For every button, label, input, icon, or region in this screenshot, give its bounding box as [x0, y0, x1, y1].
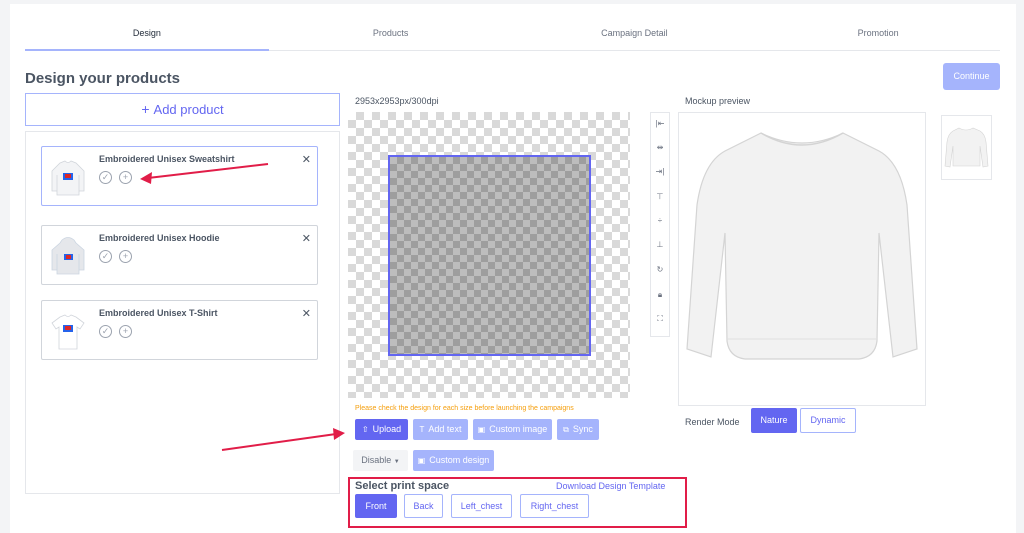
sweatshirt-thumbnail: [51, 160, 85, 196]
print-space-front[interactable]: Front: [355, 494, 397, 518]
upload-icon: ⇧: [361, 425, 369, 434]
page-title: Design your products: [25, 70, 181, 87]
caret-down-icon: ▼: [393, 459, 400, 465]
disable-dropdown[interactable]: Disable ▼: [353, 450, 408, 471]
sweatshirt-mockup-image: [686, 132, 918, 360]
print-space-right-chest[interactable]: Right_chest: [520, 494, 589, 518]
check-circle-icon[interactable]: ✓: [99, 250, 112, 263]
align-bottom-icon[interactable]: ⊥: [651, 240, 669, 249]
continue-button[interactable]: Continue: [943, 63, 1000, 90]
add-circle-icon[interactable]: +: [119, 325, 132, 338]
image-icon: ▣: [417, 456, 426, 465]
tab-campaign-detail[interactable]: Campaign Detail: [513, 14, 757, 50]
add-product-label: Add product: [153, 102, 224, 117]
align-top-icon[interactable]: ⊤: [651, 192, 669, 201]
print-space-title: Select print space: [355, 480, 450, 492]
align-toolbar: |⇤ ⇹ ⇥| ⊤ ÷ ⊥ ↻ 🔒︎ ⛶: [650, 112, 670, 337]
render-mode-dynamic[interactable]: Dynamic: [800, 408, 856, 433]
size-warning: Please check the design for each size be…: [355, 405, 574, 412]
tab-products[interactable]: Products: [269, 14, 513, 50]
render-mode-nature[interactable]: Nature: [751, 408, 797, 433]
add-circle-icon[interactable]: +: [119, 250, 132, 263]
product-list: Embroidered Unisex Sweatshirt ✕ ✓ + Embr…: [25, 131, 340, 494]
align-right-icon[interactable]: ⇥|: [651, 167, 669, 176]
hoodie-thumbnail: [51, 237, 85, 275]
align-middle-v-icon[interactable]: ÷: [651, 216, 669, 225]
close-icon[interactable]: ✕: [302, 153, 311, 166]
close-icon[interactable]: ✕: [302, 232, 311, 245]
add-text-button[interactable]: T Add text: [413, 419, 468, 440]
tshirt-thumbnail: [51, 314, 85, 350]
product-name: Embroidered Unisex Hoodie: [99, 233, 220, 243]
print-area[interactable]: [388, 155, 591, 356]
check-circle-icon[interactable]: ✓: [99, 325, 112, 338]
custom-image-button[interactable]: ▣ Custom image: [473, 419, 552, 440]
rotate-icon[interactable]: ↻: [651, 265, 669, 274]
copy-icon: ⧉: [563, 425, 569, 434]
design-canvas[interactable]: [348, 112, 630, 398]
tab-design[interactable]: Design: [25, 14, 269, 51]
product-card[interactable]: Embroidered Unisex T-Shirt ✕ ✓ +: [41, 300, 318, 360]
image-icon: ▣: [477, 425, 486, 434]
product-card[interactable]: Embroidered Unisex Hoodie ✕ ✓ +: [41, 225, 318, 285]
mockup-preview: [678, 112, 926, 406]
add-circle-icon[interactable]: +: [119, 171, 132, 184]
print-space-back[interactable]: Back: [404, 494, 443, 518]
page: Design Products Campaign Detail Promotio…: [10, 4, 1016, 533]
lock-icon[interactable]: 🔒︎: [651, 290, 669, 300]
align-center-h-icon[interactable]: ⇹: [651, 143, 669, 152]
sync-button[interactable]: ⧉ Sync: [557, 419, 599, 440]
sweatshirt-thumbnail-icon: [944, 127, 989, 168]
mockup-label: Mockup preview: [685, 96, 751, 106]
check-circle-icon[interactable]: ✓: [99, 171, 112, 184]
print-space-left-chest[interactable]: Left_chest: [451, 494, 512, 518]
product-card[interactable]: Embroidered Unisex Sweatshirt ✕ ✓ +: [41, 146, 318, 206]
text-icon: T: [419, 425, 425, 434]
close-icon[interactable]: ✕: [302, 307, 311, 320]
fit-icon[interactable]: ⛶: [651, 314, 669, 324]
upload-button[interactable]: ⇧ Upload: [355, 419, 408, 440]
custom-design-button[interactable]: ▣ Custom design: [413, 450, 494, 471]
download-template-link[interactable]: Download Design Template: [556, 481, 665, 491]
canvas-dimensions: 2953x2953px/300dpi: [355, 96, 439, 106]
align-left-icon[interactable]: |⇤: [651, 119, 669, 128]
plus-icon: +: [141, 101, 150, 117]
mockup-thumbnail[interactable]: [941, 115, 992, 180]
step-tabs: Design Products Campaign Detail Promotio…: [25, 14, 1000, 51]
product-name: Embroidered Unisex Sweatshirt: [99, 154, 235, 164]
add-product-button[interactable]: + Add product: [25, 93, 340, 126]
product-name: Embroidered Unisex T-Shirt: [99, 308, 218, 318]
tab-promotion[interactable]: Promotion: [756, 14, 1000, 50]
render-mode-label: Render Mode: [685, 417, 740, 427]
